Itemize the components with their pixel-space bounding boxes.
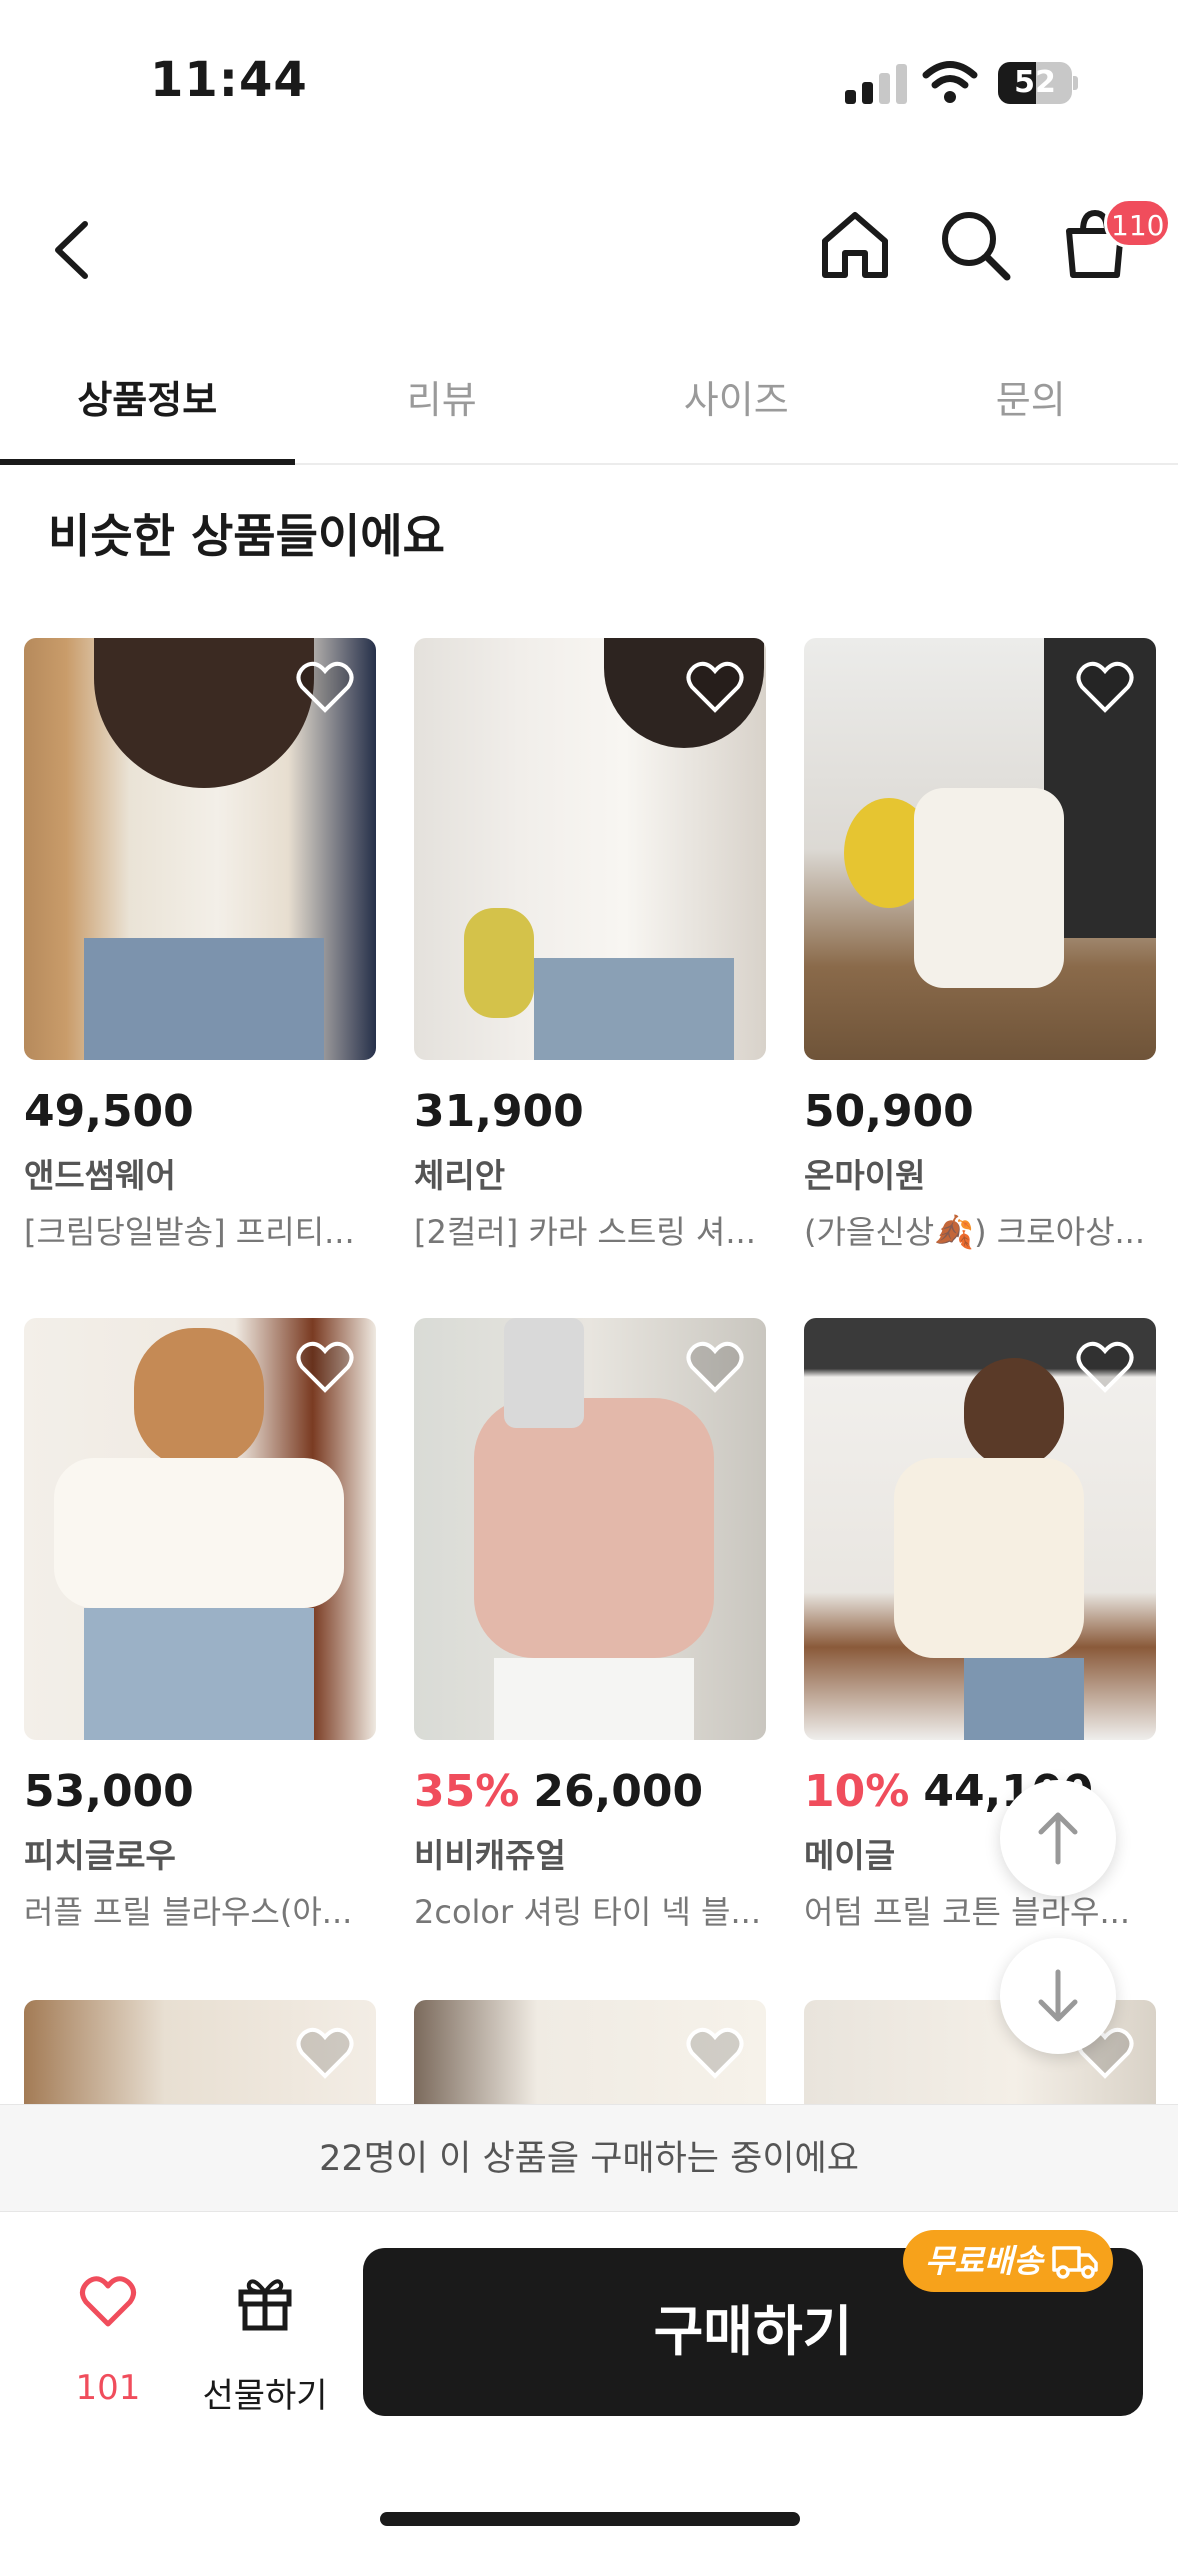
free-shipping-label: 무료배송 — [925, 2242, 1043, 2280]
gift-icon — [238, 2279, 292, 2331]
cart-count-badge: 110 — [1104, 198, 1172, 248]
price-row: 35% 26,000 — [414, 1766, 766, 1817]
home-indicator — [380, 2512, 800, 2526]
signal-icon — [845, 62, 907, 104]
price-row: 31,900 — [414, 1086, 766, 1137]
product-image[interactable] — [24, 2000, 376, 2110]
product-name: 2color 셔링 타이 넥 블... — [414, 1893, 761, 1931]
home-icon[interactable] — [815, 205, 895, 285]
free-shipping-badge: 무료배송 — [903, 2230, 1113, 2292]
search-icon[interactable] — [935, 205, 1015, 285]
price-row: 53,000 — [24, 1766, 376, 1817]
product-image[interactable] — [804, 638, 1156, 1060]
product-name: [크림당일발송] 프리티... — [24, 1213, 355, 1251]
scroll-up-button[interactable] — [1000, 1780, 1116, 1896]
arrow-up-icon — [1038, 1812, 1078, 1865]
heart-icon[interactable] — [296, 1340, 354, 1394]
battery-icon: 52 — [998, 62, 1078, 104]
heart-icon[interactable] — [1076, 660, 1134, 714]
purchase-notice: 22명이 이 상품을 구매하는 중이에요 — [0, 2104, 1178, 2212]
product-card[interactable]: 53,000 피치글로우 러플 프릴 블라우스(아... — [24, 1318, 376, 1933]
heart-icon[interactable] — [296, 2026, 354, 2080]
heart-icon[interactable] — [686, 660, 744, 714]
tab-inquiry[interactable]: 문의 — [884, 345, 1178, 463]
heart-icon[interactable] — [686, 1340, 744, 1394]
price-row: 49,500 — [24, 1086, 376, 1137]
heart-icon[interactable] — [296, 660, 354, 714]
tab-bar: 상품정보 리뷰 사이즈 문의 — [0, 345, 1178, 465]
back-icon[interactable] — [40, 210, 110, 290]
product-card[interactable]: 35% 26,000 비비캐쥬얼 2color 셔링 타이 넥 블... — [414, 1318, 766, 1933]
heart-icon — [80, 2276, 136, 2327]
product-image[interactable] — [414, 638, 766, 1060]
product-card[interactable]: 50,900 온마이원 (가을신상🍂) 크로아상... — [804, 638, 1156, 1253]
product-image[interactable] — [24, 638, 376, 1060]
product-image[interactable] — [414, 1318, 766, 1740]
bottom-action-bar: 101 선물하기 구매하기 무료배송 — [0, 2212, 1178, 2556]
product-image[interactable] — [24, 1318, 376, 1740]
gift-button[interactable]: 선물하기 — [190, 2272, 340, 2422]
price-row: 50,900 — [804, 1086, 1156, 1137]
tab-reviews[interactable]: 리뷰 — [295, 345, 590, 463]
price: 49,500 — [24, 1086, 194, 1137]
like-count: 101 — [75, 2368, 141, 2408]
product-image[interactable] — [804, 1318, 1156, 1740]
heart-icon[interactable] — [686, 2026, 744, 2080]
product-name: 러플 프릴 블라우스(아... — [24, 1893, 353, 1931]
tab-product-info[interactable]: 상품정보 — [0, 345, 295, 465]
brand-name: 체리안 — [414, 1156, 506, 1195]
discount-rate: 35% — [414, 1766, 520, 1817]
brand-name: 앤드썸웨어 — [24, 1156, 176, 1195]
brand-name: 비비캐쥬얼 — [414, 1836, 566, 1875]
price: 26,000 — [533, 1766, 704, 1817]
scroll-down-button[interactable] — [1000, 1938, 1116, 2054]
product-card[interactable]: 31,900 체리안 [2컬러] 카라 스트링 셔... — [414, 638, 766, 1253]
product-name: (가을신상🍂) 크로아상... — [804, 1213, 1146, 1251]
price: 50,900 — [804, 1086, 974, 1137]
product-name: 어텀 프릴 코튼 블라우... — [804, 1893, 1130, 1931]
tab-size[interactable]: 사이즈 — [589, 345, 884, 463]
brand-name: 피치글로우 — [24, 1836, 176, 1875]
brand-name: 온마이원 — [804, 1156, 926, 1195]
product-image[interactable] — [414, 2000, 766, 2110]
product-name: [2컬러] 카라 스트링 셔... — [414, 1213, 756, 1251]
discount-rate: 10% — [804, 1766, 910, 1817]
price: 31,900 — [414, 1086, 584, 1137]
truck-icon — [1052, 2246, 1098, 2279]
battery-level: 52 — [1014, 65, 1056, 100]
status-bar: 11:44 52 — [0, 0, 1178, 170]
status-time: 11:44 — [150, 52, 308, 108]
product-card[interactable]: 49,500 앤드썸웨어 [크림당일발송] 프리티... — [24, 638, 376, 1253]
price: 53,000 — [24, 1766, 194, 1817]
section-title: 비슷한 상품들이에요 — [48, 509, 445, 563]
arrow-down-icon — [1038, 1969, 1078, 2022]
gift-label: 선물하기 — [202, 2376, 328, 2416]
like-button[interactable]: 101 — [48, 2272, 168, 2422]
heart-icon[interactable] — [1076, 1340, 1134, 1394]
wifi-icon — [922, 61, 978, 103]
